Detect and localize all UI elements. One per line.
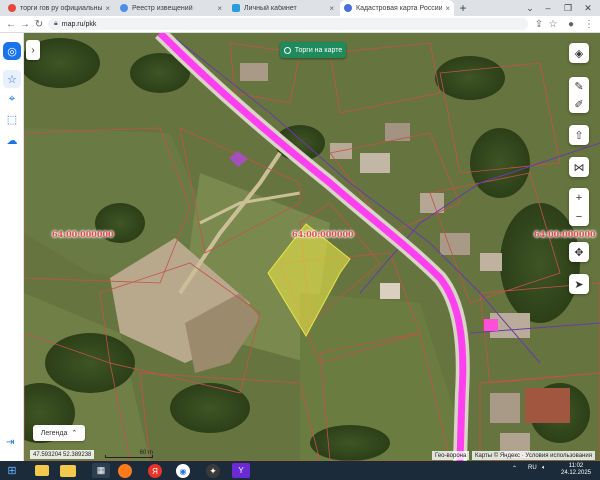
zoom-in-button[interactable]: +	[569, 192, 589, 204]
window-close-icon[interactable]: ✕	[580, 0, 596, 16]
media-icon[interactable]: ▦	[92, 463, 110, 478]
tray-up-icon[interactable]: ⌃	[512, 465, 517, 472]
geolocation-button[interactable]: ➤	[569, 274, 589, 294]
tab-cabinet[interactable]: Личный кабинет ×	[228, 0, 338, 16]
cloud-icon[interactable]: ☁	[3, 131, 21, 149]
close-tab-icon[interactable]: ×	[105, 4, 110, 13]
legend-label: Легенда	[40, 429, 68, 437]
address-bar: ← → ↻ 🔒︎ map.ru/pkk ⇪ ☆ ● ⋮	[0, 16, 600, 33]
draw-tools-group: ✎ ✐	[569, 77, 589, 113]
tab-label: Личный кабинет	[244, 4, 297, 12]
bookmark-star-icon[interactable]: ☆	[546, 17, 560, 31]
cabinet-favicon-icon	[232, 4, 240, 12]
attribution-left[interactable]: Гео-ворона	[432, 451, 470, 460]
map-canvas[interactable]	[0, 33, 600, 461]
chevron-up-icon: ⌃	[71, 430, 78, 437]
close-tab-icon[interactable]: ×	[329, 4, 334, 13]
app-logo-icon[interactable]: ◎	[3, 42, 21, 60]
tab-label: Кадастровая карта России онл	[356, 4, 443, 12]
close-tab-icon[interactable]: ×	[445, 4, 450, 13]
minimize-icon[interactable]: –	[540, 0, 556, 16]
tab-label: торги гов ру официальный сай	[20, 4, 103, 12]
expand-panel-button[interactable]: ›	[26, 40, 40, 60]
layers-button[interactable]: ◈	[569, 43, 589, 63]
firefox-icon[interactable]	[118, 464, 132, 478]
cadastral-number-label[interactable]: 64:00:000000	[534, 229, 596, 239]
windows-taskbar: ⊞ ▦ Я ◉ ✦ Y RU ⌃ 🔈︎ 11:02 24.12.2025	[0, 461, 600, 480]
url-text: map.ru/pkk	[61, 20, 97, 28]
clock-date: 24.12.2025	[560, 470, 592, 476]
favorites-star-icon[interactable]: ☆	[3, 70, 21, 88]
url-field[interactable]: 🔒︎ map.ru/pkk	[48, 18, 528, 30]
reload-icon[interactable]: ↻	[32, 17, 46, 31]
tab-cadastral-map[interactable]: Кадастровая карта России онл ×	[340, 0, 454, 16]
windows-start-icon[interactable]: ⊞	[3, 463, 21, 478]
keyboard-language[interactable]: RU	[528, 465, 537, 471]
browser-menu-icon[interactable]: ⋮	[582, 17, 596, 31]
upload-button[interactable]: ⇧	[569, 125, 589, 145]
radio-icon	[283, 46, 291, 54]
torgi-label: Торги на карте	[294, 46, 343, 54]
cadastral-number-label[interactable]: 64:00:000000	[292, 229, 354, 239]
measure-icon[interactable]: ⌖	[3, 90, 21, 108]
scale-bar: 60 m	[105, 450, 153, 459]
tab-reestr[interactable]: Реестр извещений ×	[116, 0, 226, 16]
lock-icon[interactable]: 🔒︎	[54, 20, 58, 28]
app-icon[interactable]: ✦	[206, 464, 220, 478]
location-arrow-icon: ➤	[574, 278, 584, 291]
back-icon[interactable]: ←	[4, 17, 18, 31]
clock-time: 11:02	[568, 463, 584, 469]
cloud-upload-icon: ⇧	[574, 129, 584, 142]
edit-icon[interactable]: ✐	[569, 98, 589, 111]
zoom-control: + −	[569, 188, 589, 226]
close-tab-icon[interactable]: ×	[217, 4, 222, 13]
yahoo-icon[interactable]: Y	[232, 463, 250, 478]
pan-button[interactable]: ✥	[569, 242, 589, 262]
logout-icon[interactable]: ⇥	[6, 437, 14, 448]
move-icon: ✥	[574, 246, 584, 259]
tab-search-icon[interactable]: ⌄	[522, 0, 538, 16]
torgi-on-map-button[interactable]: Торги на карте	[280, 42, 346, 58]
select-area-icon[interactable]: ⬚	[3, 110, 21, 128]
tab-bar: торги гов ру официальный сай × Реестр из…	[0, 0, 600, 16]
satellite-map[interactable]	[0, 33, 600, 461]
tab-label: Реестр извещений	[132, 4, 193, 12]
attribution-right-text: Карты © Яндекс · Условия использования	[475, 452, 592, 459]
cadastral-number-label[interactable]: 64:00:000000	[52, 229, 114, 239]
zoom-out-button[interactable]: −	[569, 211, 589, 223]
new-tab-button[interactable]: +	[456, 1, 470, 15]
share-icon[interactable]: ⇪	[532, 17, 546, 31]
system-clock[interactable]: 11:02 24.12.2025	[558, 463, 594, 477]
coordinates-text: 47.593204 52.389238	[33, 451, 92, 458]
volume-icon[interactable]: 🔈︎	[542, 465, 546, 472]
pencil-icon[interactable]: ✎	[569, 80, 589, 93]
coordinates-readout: 47.593204 52.389238	[30, 450, 95, 459]
chrome-icon[interactable]: ◉	[176, 464, 190, 478]
yandex-browser-icon[interactable]: Я	[148, 464, 162, 478]
attribution-right[interactable]: Карты © Яндекс · Условия использования	[472, 451, 595, 460]
parcel-marker[interactable]	[484, 319, 498, 331]
legend-button[interactable]: Легенда ⌃	[33, 425, 85, 441]
forward-icon[interactable]: →	[18, 17, 32, 31]
map-favicon-icon	[344, 4, 352, 12]
torgi-favicon-icon	[8, 4, 16, 12]
file-manager-icon[interactable]	[60, 465, 76, 477]
tab-torgi[interactable]: торги гов ру официальный сай ×	[4, 0, 114, 16]
layers-icon: ◈	[574, 47, 584, 60]
explorer-icon[interactable]	[35, 465, 49, 476]
left-sidebar: ◎ ☆ ⌖ ⬚ ☁	[0, 33, 24, 461]
share-button[interactable]: ⋈	[569, 157, 589, 177]
shield-favicon-icon	[120, 4, 128, 12]
attribution-left-text: Гео-ворона	[435, 452, 467, 459]
maximize-icon[interactable]: ❐	[560, 0, 576, 16]
share-icon: ⋈	[573, 161, 585, 174]
profile-icon[interactable]: ●	[564, 17, 578, 31]
scale-bar-line	[105, 455, 153, 458]
